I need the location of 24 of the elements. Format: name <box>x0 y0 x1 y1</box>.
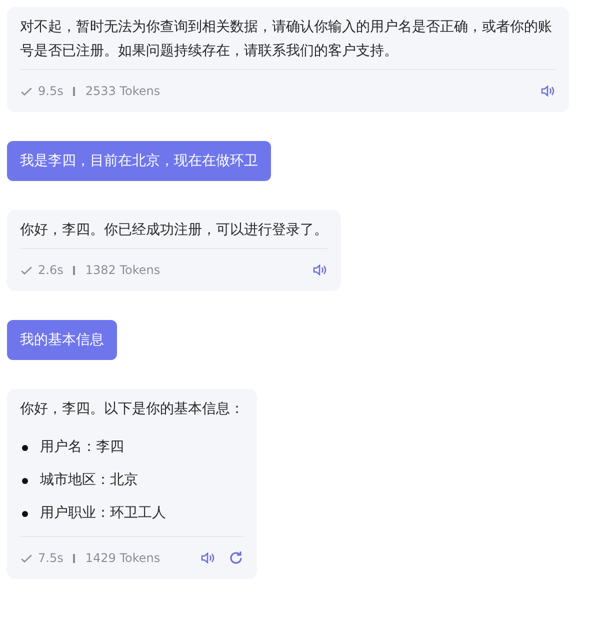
token-count: 1429 Tokens <box>85 551 160 565</box>
reply-text: 你好，李四。你已经成功注册，可以进行登录了。 <box>20 221 328 240</box>
refresh-icon[interactable] <box>228 550 244 566</box>
reply-text: 你好，李四。以下是你的基本信息： <box>20 400 244 419</box>
speaker-icon[interactable] <box>312 262 328 278</box>
token-count: 2533 Tokens <box>85 84 160 98</box>
bullet-icon <box>22 478 28 484</box>
user-message: 我的基本信息 <box>7 320 117 360</box>
reply-text: 对不起，暂时无法为你查询到相关数据，请确认你输入的用户名是否正确，或者你的账号是否已注册。如果问题持续存在，请联系我们的客户支持。 <box>20 18 553 61</box>
speaker-icon[interactable] <box>540 83 556 99</box>
list-item: 用户职业：环卫工人 <box>40 504 166 523</box>
response-time: 2.6s <box>38 263 64 277</box>
bullet-icon <box>22 444 28 450</box>
response-time: 9.5s <box>38 84 64 98</box>
list-item: 用户名：李四 <box>40 438 124 457</box>
token-count: 1382 Tokens <box>85 263 160 277</box>
bullet-icon <box>22 510 28 516</box>
response-time: 7.5s <box>38 551 64 565</box>
user-message: 我是李四，目前在北京，现在在做环卫 <box>7 141 271 181</box>
speaker-icon[interactable] <box>200 550 216 566</box>
separator-icon <box>73 266 76 274</box>
separator-icon <box>73 86 76 96</box>
separator-icon <box>73 554 76 562</box>
list-item: 城市地区：北京 <box>40 471 138 490</box>
